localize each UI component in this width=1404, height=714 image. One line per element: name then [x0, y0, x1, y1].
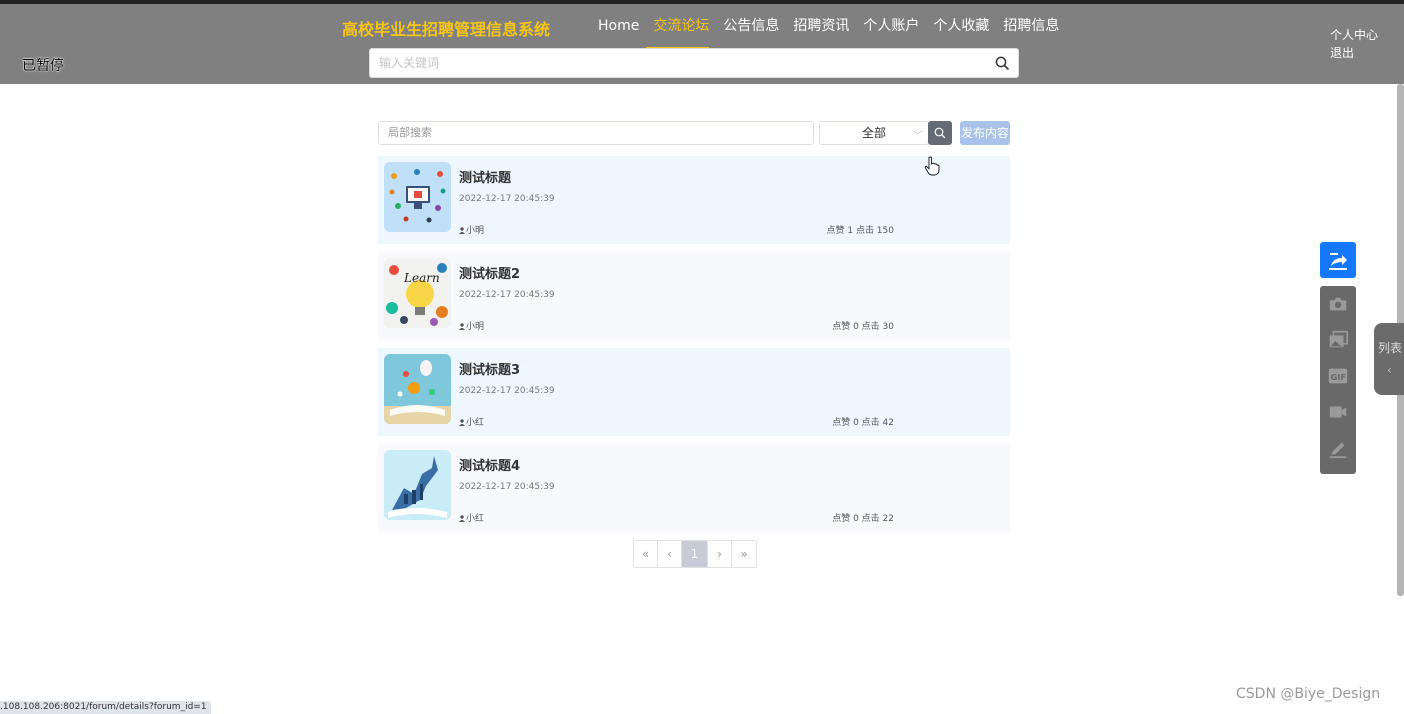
post-author: 小明 [459, 223, 484, 236]
post-author-name: 小明 [466, 226, 485, 236]
post-author-name: 小明 [466, 322, 485, 332]
post-author: 小明 [459, 319, 484, 332]
current-page-button[interactable]: 1 [682, 541, 708, 567]
gif-record-button[interactable]: GIF [1320, 358, 1356, 394]
user-links: 个人中心 退出 [1330, 26, 1378, 62]
post-thumbnail [384, 450, 451, 520]
post-date: 2022-12-17 20:45:39 [459, 290, 555, 300]
post-thumbnail: Learn [384, 258, 451, 328]
gif-icon: GIF [1328, 368, 1348, 384]
pen-icon [1329, 442, 1347, 459]
share-button[interactable] [1320, 242, 1356, 278]
long-screenshot-button[interactable] [1320, 322, 1356, 358]
watermark: CSDN @Biye_Design [1236, 686, 1381, 702]
user-icon [459, 323, 465, 330]
list-item[interactable]: 测试标题3 2022-12-17 20:45:39 小红 点赞 0 点击 42 [378, 348, 1010, 436]
svg-text:GIF: GIF [1331, 372, 1346, 382]
nav-home[interactable]: Home [598, 16, 646, 50]
post-title[interactable]: 测试标题3 [459, 359, 520, 378]
global-search-input[interactable] [379, 49, 979, 77]
pagination: « ‹ 1 › » [633, 540, 757, 568]
paused-label: 已暂停 [22, 58, 64, 74]
user-icon [459, 419, 465, 426]
next-page-button[interactable]: › [708, 541, 732, 567]
screenshot-button[interactable] [1320, 286, 1356, 322]
site-title[interactable]: 高校毕业生招聘管理信息系统 [342, 16, 550, 40]
hand-cursor-icon [924, 156, 940, 176]
post-author-name: 小红 [466, 418, 485, 428]
video-camera-icon [1329, 406, 1347, 418]
status-url: .108.108.206:8021/forum/details?forum_id… [0, 701, 211, 714]
post-date: 2022-12-17 20:45:39 [459, 386, 555, 396]
post-stats: 点赞 1 点击 150 [826, 226, 895, 236]
list-item[interactable]: 测试标题 2022-12-17 20:45:39 小明 点赞 1 点击 150 [378, 156, 1010, 244]
user-icon [459, 227, 465, 234]
nav-favorites[interactable]: 个人收藏 [926, 16, 996, 50]
post-stats: 点赞 0 点击 22 [832, 514, 894, 524]
share-icon [1329, 253, 1347, 270]
post-list: 测试标题 2022-12-17 20:45:39 小明 点赞 1 点击 150 … [378, 156, 1010, 540]
publish-button[interactable]: 发布内容 [960, 121, 1010, 145]
logout-link[interactable]: 退出 [1330, 44, 1378, 62]
nav-announcements[interactable]: 公告信息 [716, 16, 786, 50]
post-stats: 点赞 0 点击 42 [832, 418, 894, 428]
nav-account[interactable]: 个人账户 [856, 16, 926, 50]
first-page-button[interactable]: « [634, 541, 658, 567]
video-record-button[interactable] [1320, 394, 1356, 430]
nav-jobs[interactable]: 招聘信息 [996, 16, 1066, 50]
list-side-tab[interactable]: 列表 ‹ [1374, 323, 1404, 395]
list-tab-label: 列表 [1378, 341, 1403, 355]
post-date: 2022-12-17 20:45:39 [459, 482, 555, 492]
list-item[interactable]: Learn 测试标题2 2022-12-17 20:45:39 小明 点赞 0 … [378, 252, 1010, 340]
category-select-value: 全部 [861, 126, 886, 140]
chevron-left-icon: ‹ [1387, 363, 1392, 377]
list-item[interactable]: 测试标题4 2022-12-17 20:45:39 小红 点赞 0 点击 22 [378, 444, 1010, 532]
post-author-name: 小红 [466, 514, 485, 524]
nav-recruit-news[interactable]: 招聘资讯 [786, 16, 856, 50]
annotate-button[interactable] [1320, 430, 1356, 466]
camera-icon [1329, 297, 1347, 311]
local-search-button[interactable] [928, 121, 952, 145]
prev-page-button[interactable]: ‹ [658, 541, 682, 567]
post-stats: 点赞 0 点击 30 [832, 322, 894, 332]
image-icon [1329, 330, 1348, 348]
chevron-down-icon: ﹀ [913, 131, 923, 142]
post-date: 2022-12-17 20:45:39 [459, 194, 555, 204]
post-author: 小红 [459, 415, 484, 428]
capture-tools-panel: GIF [1320, 286, 1356, 474]
category-select[interactable]: 全部 ﹀ [819, 121, 929, 145]
search-icon[interactable] [994, 55, 1010, 71]
floating-toolbar: GIF [1320, 242, 1356, 474]
post-thumbnail [384, 162, 451, 232]
svg-text:Learn: Learn [403, 271, 440, 285]
global-search-box [369, 48, 1019, 78]
forum-toolbar: 全部 ﹀ 发布内容 [378, 121, 1010, 145]
local-search-input[interactable] [378, 121, 814, 145]
user-center-link[interactable]: 个人中心 [1330, 26, 1378, 44]
search-icon [934, 127, 946, 139]
post-author: 小红 [459, 511, 484, 524]
post-title[interactable]: 测试标题 [459, 167, 511, 186]
post-title[interactable]: 测试标题4 [459, 455, 520, 474]
last-page-button[interactable]: » [732, 541, 756, 567]
main-nav: Home 交流论坛 公告信息 招聘资讯 个人账户 个人收藏 招聘信息 [598, 16, 1066, 50]
user-icon [459, 515, 465, 522]
post-title[interactable]: 测试标题2 [459, 263, 520, 282]
post-thumbnail [384, 354, 451, 424]
nav-forum[interactable]: 交流论坛 [646, 16, 716, 50]
